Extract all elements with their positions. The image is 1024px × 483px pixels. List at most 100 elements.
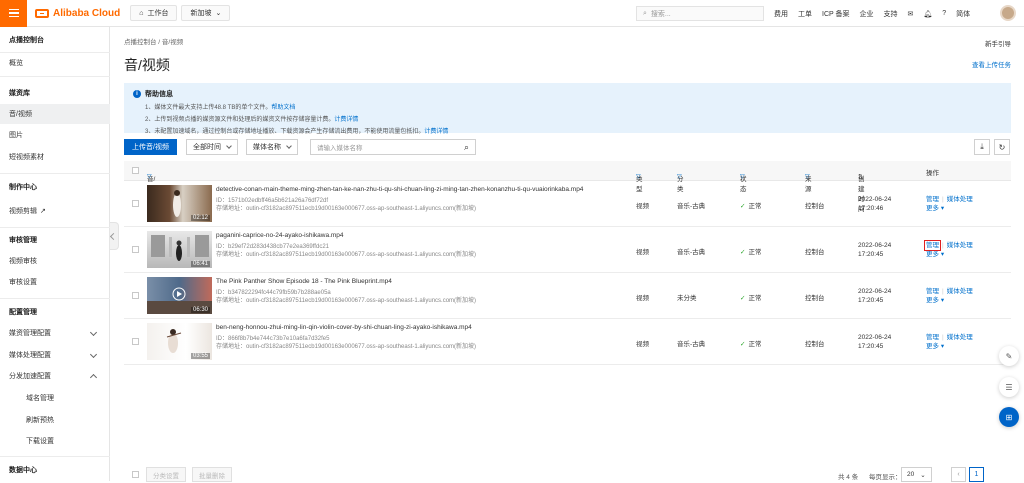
sidebar: 点播控制台 概览 媒资库 音/视频 图片 短视频素材 制作中心 视频剪辑 ↗ 审… [0,27,110,481]
row-checkbox[interactable] [132,246,139,253]
table-row: 06:41 paganini-caprice-no-24-ayako-ishik… [124,227,1011,273]
edit-icon[interactable]: ✎ [999,346,1019,366]
time-range-select[interactable]: 全部时间 [186,139,238,155]
video-thumbnail[interactable]: 06:30 [147,277,212,314]
sidebar-item-distribution-config[interactable]: 分发加速配置 [0,366,110,386]
hamburger-menu-icon[interactable] [0,0,27,27]
topbar-link-tickets[interactable]: 工单 [798,9,812,19]
topbar-link-support[interactable]: 支持 [884,9,898,19]
home-icon: ⌂ [139,9,144,17]
help-icon[interactable]: ? [942,10,946,17]
prev-page-button[interactable]: ‹ [951,467,966,482]
sort-icon[interactable]: ⇅ [858,173,863,181]
bell-icon[interactable]: 🔔︎ [923,10,932,18]
sidebar-item-images[interactable]: 图片 [0,125,110,145]
batch-category-button[interactable]: 分类设置 [146,467,186,482]
global-search-placeholder: 搜索... [650,10,671,18]
manage-link-highlighted[interactable]: 管理 [924,240,941,251]
filter-icon[interactable]: ▽ [147,173,152,180]
media-name: detective-conan-main-theme-ming-zhen-tan… [216,186,584,193]
sidebar-section-production: 制作中心 [9,184,37,191]
avatar[interactable] [1000,5,1016,21]
media-processing-link[interactable]: 媒体处理 [947,196,973,203]
filter-icon[interactable]: ▽ [636,173,641,180]
media-name: ben-neng-honnou-zhui-ming-lin-qin-violin… [216,324,472,331]
sidebar-item-domain-management[interactable]: 域名管理 [0,388,110,408]
view-upload-tasks-link[interactable]: 查看上传任务 [972,59,1011,69]
media-type: 视频 [636,341,649,348]
sidebar-item-video-review[interactable]: 视频审核 [0,251,110,271]
batch-delete-button[interactable]: 批量删除 [192,467,232,482]
page-title: 音/视频 [124,57,170,73]
media-source: 控制台 [805,295,825,302]
refresh-icon[interactable]: ↻ [994,139,1010,155]
check-icon: ✓ [740,341,746,348]
more-dropdown[interactable]: 更多 ▾ [926,296,973,305]
created-date: 2022-06-24 [858,334,892,341]
media-name-search-placeholder: 请输入媒体名称 [317,145,363,152]
per-page-select[interactable]: 20 ⌄ [901,467,932,482]
sidebar-item-audio-video[interactable]: 音/视频 [0,104,110,124]
sidebar-item-review-settings[interactable]: 审核设置 [0,272,110,292]
help-docs-link[interactable]: 帮助文档 [271,105,295,111]
video-duration: 03:55 [190,353,210,359]
page-number-current[interactable]: 1 [969,467,984,482]
filter-icon[interactable]: ▽ [740,173,745,180]
manage-link[interactable]: 管理 [926,288,939,295]
select-all-checkbox[interactable] [132,167,139,174]
row-checkbox[interactable] [132,200,139,207]
chevron-down-icon: ⌄ [920,471,926,479]
search-field-value: 媒体名称 [253,144,281,151]
sidebar-item-media-processing-config[interactable]: 媒体处理配置 [0,345,110,365]
video-thumbnail[interactable]: 02:12 [147,185,212,222]
topbar-link-fees[interactable]: 费用 [774,9,788,19]
global-search-input[interactable]: ⌕ 搜索... [636,6,764,21]
media-source: 控制台 [805,341,825,348]
sidebar-item-download-settings[interactable]: 下载设置 [0,431,110,451]
mail-icon[interactable]: ✉ [908,10,914,18]
video-thumbnail[interactable]: 03:55 [147,323,212,360]
alibaba-cloud-logo[interactable]: Alibaba Cloud [35,8,120,19]
row-checkbox[interactable] [132,292,139,299]
search-icon[interactable]: ⌕ [464,142,469,153]
workbench-button[interactable]: ⌂ 工作台 [130,5,178,21]
more-dropdown[interactable]: 更多 ▾ [926,342,973,351]
upload-audio-video-button[interactable]: 上传音/视频 [124,139,177,155]
sidebar-item-refresh-preload[interactable]: 刷新预热 [0,410,110,430]
sidebar-item-video-editing[interactable]: 视频剪辑 ↗ [0,201,110,221]
table-header: 音/视频 ▽ 类型 ▽ 分类▽ 状态 ▽ 来源 ▽ 创建时间 ⇅ 操作 [124,161,1011,213]
row-checkbox[interactable] [132,338,139,345]
created-time: 17:20:46 [858,205,884,212]
media-processing-link[interactable]: 媒体处理 [947,242,973,249]
media-processing-link[interactable]: 媒体处理 [947,288,973,295]
sidebar-item-short-video-materials[interactable]: 短视频素材 [0,147,110,167]
sidebar-item-media-mgmt-config[interactable]: 媒资管理配置 [0,323,110,343]
sidebar-item-overview[interactable]: 概览 [0,53,110,73]
download-icon[interactable]: ⤓ [974,139,990,155]
feedback-icon[interactable]: ☰ [999,377,1019,397]
filter-icon[interactable]: ▽ [677,173,682,180]
manage-link[interactable]: 管理 [926,196,939,203]
search-field-select[interactable]: 媒体名称 [246,139,298,155]
more-dropdown[interactable]: 更多 ▾ [926,250,973,259]
help-line-3: 3、未配置加速域名，通过控制台或存储地址播放、下载资源会产生存储流出费用，不能使… [133,126,1011,135]
more-label: 更多 [926,343,939,350]
media-mgmt-config-label: 媒资管理配置 [9,330,51,337]
region-selector[interactable]: 新加坡 ⌄ [181,5,231,21]
topbar-link-icp[interactable]: ICP 备案 [822,9,850,19]
more-dropdown[interactable]: 更多 ▾ [926,204,973,213]
video-thumbnail[interactable]: 06:41 [147,231,212,268]
media-type: 视频 [636,203,649,210]
topbar-link-enterprise[interactable]: 企业 [860,9,874,19]
filter-icon[interactable]: ▽ [805,173,810,180]
media-processing-link[interactable]: 媒体处理 [947,334,973,341]
footer-select-all-checkbox[interactable] [132,471,139,478]
media-category: 音乐-古典 [677,249,706,256]
billing-details-link-2[interactable]: 计费详情 [424,129,448,135]
language-selector[interactable]: 简体 [956,9,970,19]
billing-details-link-1[interactable]: 计费详情 [334,117,358,123]
manage-link[interactable]: 管理 [926,334,939,341]
media-name-search-input[interactable]: 请输入媒体名称 ⌕ [310,139,476,155]
apps-grid-icon[interactable]: ⊞ [999,407,1019,427]
newbie-guide-link[interactable]: 新手引导 [985,38,1011,48]
